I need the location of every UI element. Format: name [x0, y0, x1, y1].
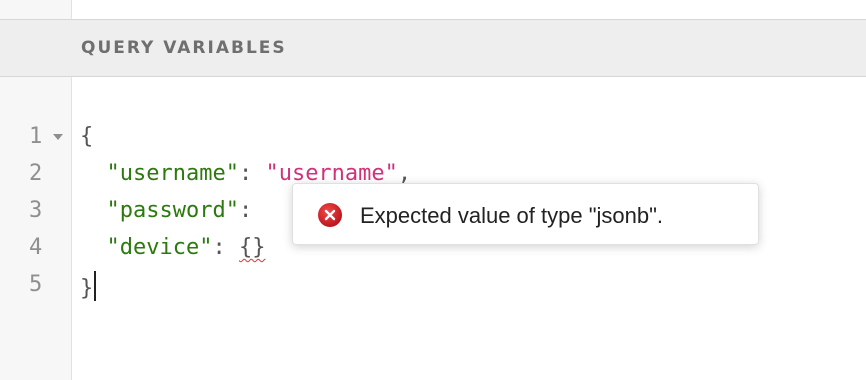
text-cursor [94, 271, 97, 301]
code-token: {} [238, 235, 266, 260]
code-line[interactable]: { [80, 123, 411, 160]
error-circle-icon [318, 203, 342, 227]
json-key: "password" [106, 198, 239, 223]
line-number-gutter: 1 2 3 4 5 [0, 77, 72, 380]
line-number: 1 [0, 123, 71, 160]
code-token: } [80, 276, 94, 301]
code-token: : [238, 198, 253, 223]
query-editor-bottom [0, 0, 866, 20]
query-editor-gutter [0, 0, 72, 20]
line-number: 5 [29, 272, 43, 297]
error-tooltip: Expected value of type "jsonb". [292, 183, 759, 245]
fold-arrow-icon[interactable] [53, 134, 63, 140]
line-number: 4 [29, 235, 43, 260]
code-token: { [80, 124, 94, 149]
json-key: "username" [106, 161, 239, 186]
code-token: : [212, 235, 239, 260]
json-key: "device" [106, 235, 213, 260]
code-line[interactable]: } [80, 271, 411, 308]
query-variables-header[interactable]: QUERY VARIABLES [0, 19, 866, 77]
error-message: Expected value of type "jsonb". [360, 203, 664, 228]
line-number: 3 [29, 198, 43, 223]
code-token: : [238, 161, 266, 186]
line-number: 2 [29, 161, 43, 186]
query-variables-title: QUERY VARIABLES [81, 38, 287, 58]
